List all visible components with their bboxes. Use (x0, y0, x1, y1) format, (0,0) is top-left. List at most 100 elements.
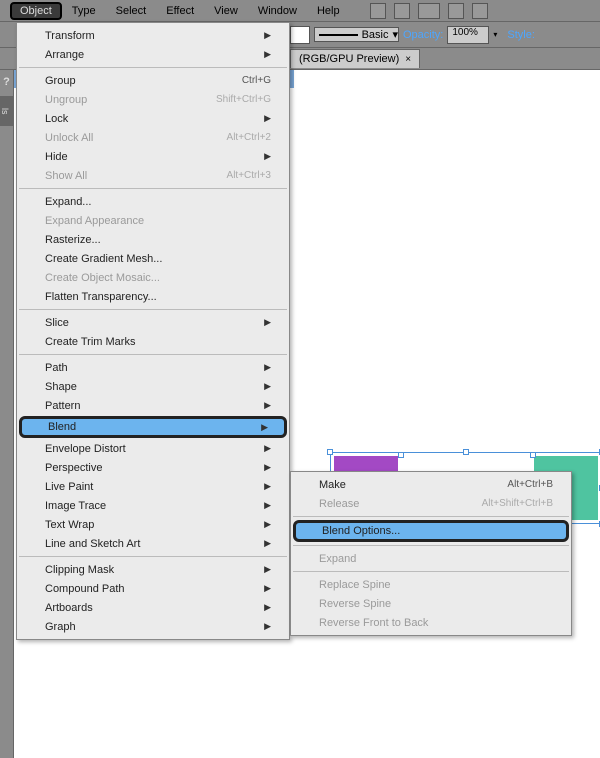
stroke-style-dd[interactable]: Basic ▾ (314, 27, 399, 42)
menu-item-label: Unlock All (45, 132, 93, 144)
object-menu-rasterize[interactable]: Rasterize... (17, 230, 289, 249)
submenu-arrow-icon: ▶ (264, 113, 271, 124)
submenu-arrow-icon: ▶ (261, 422, 268, 433)
object-menu-create-gradient-mesh[interactable]: Create Gradient Mesh... (17, 249, 289, 268)
object-menu-separator (19, 188, 287, 189)
object-menu-artboards[interactable]: Artboards▶ (17, 598, 289, 617)
menu-item-label: Blend Options... (322, 525, 400, 537)
path-handle-2[interactable] (530, 452, 536, 458)
object-menu-hide[interactable]: Hide ▶ (17, 147, 289, 166)
object-menu-group[interactable]: GroupCtrl+G (17, 71, 289, 90)
object-menu-shape[interactable]: Shape▶ (17, 377, 289, 396)
menu-item-label: Expand... (45, 196, 91, 208)
menubar-icons (370, 3, 488, 19)
object-menu-arrange[interactable]: Arrange ▶ (17, 45, 289, 64)
object-menu-ungroup: UngroupShift+Ctrl+G (17, 90, 289, 109)
help-icon[interactable]: ? (0, 76, 13, 88)
menu-item-label: Hide (45, 151, 68, 163)
menu-item-label: Group (45, 75, 76, 87)
object-menu-unlock-all: Unlock AllAlt+Ctrl+2 (17, 128, 289, 147)
menu-item-shortcut: Alt+Shift+Ctrl+B (482, 498, 553, 509)
menu-item-label: Path (45, 362, 68, 374)
menu-item-label: Transform (45, 30, 95, 42)
submenu-arrow-icon: ▶ (264, 49, 271, 60)
opacity-label[interactable]: Opacity: (403, 29, 443, 41)
object-menu-expand-appearance: Expand Appearance (17, 211, 289, 230)
object-menu-live-paint[interactable]: Live Paint▶ (17, 477, 289, 496)
object-menu-perspective[interactable]: Perspective ▶ (17, 458, 289, 477)
object-menu-envelope-distort[interactable]: Envelope Distort ▶ (17, 439, 289, 458)
submenu-arrow-icon: ▶ (264, 381, 271, 392)
menu-item-label: Lock (45, 113, 68, 125)
blend-menu-blend-options[interactable]: Blend Options... (293, 520, 569, 542)
menu-item-label: Live Paint (45, 481, 93, 493)
object-menu-create-trim-marks[interactable]: Create Trim Marks (17, 332, 289, 351)
menu-item-label: Graph (45, 621, 76, 633)
opacity-dd[interactable]: 100% (447, 26, 489, 44)
menubar-window[interactable]: Window (248, 2, 307, 20)
toolbar-icon-3[interactable] (418, 3, 440, 19)
style-label[interactable]: Style: (507, 29, 535, 41)
menu-item-label: Compound Path (45, 583, 125, 595)
toolbar-icon-4[interactable] (448, 3, 464, 19)
menu-item-label: Arrange (45, 49, 84, 61)
object-menu-image-trace[interactable]: Image Trace▶ (17, 496, 289, 515)
menubar-object[interactable]: Object (10, 2, 62, 20)
object-menu-pattern[interactable]: Pattern▶ (17, 396, 289, 415)
submenu-arrow-icon: ▶ (264, 564, 271, 575)
object-menu-transform[interactable]: Transform▶ (17, 26, 289, 45)
blend-menu-expand: Expand (291, 549, 571, 568)
object-menu-text-wrap[interactable]: Text Wrap▶ (17, 515, 289, 534)
submenu-arrow-icon: ▶ (264, 621, 271, 632)
sel-handle-tc[interactable] (463, 449, 469, 455)
menubar-view[interactable]: View (204, 2, 248, 20)
toolbar-icon-5[interactable] (472, 3, 488, 19)
object-menu: Transform▶Arrange▶GroupCtrl+GUngroupShif… (16, 22, 290, 640)
menu-item-label: Artboards (45, 602, 93, 614)
menu-item-label: Make (319, 479, 346, 491)
left-panel-strip: ? (0, 70, 14, 758)
submenu-arrow-icon: ▶ (264, 151, 271, 162)
object-menu-line-and-sketch-art[interactable]: Line and Sketch Art▶ (17, 534, 289, 553)
menu-item-label: Blend (48, 421, 76, 433)
menu-item-label: Reverse Spine (319, 598, 391, 610)
toolbar-icon-2[interactable] (394, 3, 410, 19)
object-menu-clipping-mask[interactable]: Clipping Mask ▶ (17, 560, 289, 579)
blend-menu-make[interactable]: MakeAlt+Ctrl+B (291, 475, 571, 494)
object-menu-expand[interactable]: Expand... (17, 192, 289, 211)
object-menu-show-all: Show AllAlt+Ctrl+3 (17, 166, 289, 185)
document-tab[interactable]: (RGB/GPU Preview) × (290, 49, 420, 68)
menubar-help[interactable]: Help (307, 2, 350, 20)
object-menu-compound-path[interactable]: Compound Path▶ (17, 579, 289, 598)
object-menu-blend[interactable]: Blend ▶ (19, 416, 287, 438)
path-handle-1[interactable] (398, 452, 404, 458)
blend-menu-replace-spine: Replace Spine (291, 575, 571, 594)
object-menu-flatten-transparency[interactable]: Flatten Transparency... (17, 287, 289, 306)
submenu-arrow-icon: ▶ (264, 317, 271, 328)
blend-menu-separator (293, 545, 569, 546)
tab-close-icon[interactable]: × (405, 54, 411, 65)
menu-item-label: Clipping Mask (45, 564, 114, 576)
menubar-type[interactable]: Type (62, 2, 106, 20)
object-menu-lock[interactable]: Lock ▶ (17, 109, 289, 128)
object-menu-slice[interactable]: Slice▶ (17, 313, 289, 332)
blend-menu-release: Release Alt+Shift+Ctrl+B (291, 494, 571, 513)
object-menu-graph[interactable]: Graph ▶ (17, 617, 289, 636)
menu-item-label: Release (319, 498, 359, 510)
toolbar-icon-1[interactable] (370, 3, 386, 19)
menubar-select[interactable]: Select (106, 2, 157, 20)
submenu-arrow-icon: ▶ (264, 443, 271, 454)
menubar-effect[interactable]: Effect (156, 2, 204, 20)
menubar: Object Type Select Effect View Window He… (0, 0, 600, 22)
object-menu-path[interactable]: Path▶ (17, 358, 289, 377)
blend-submenu: MakeAlt+Ctrl+B Release Alt+Shift+Ctrl+B Ble… (290, 471, 572, 636)
menu-item-label: Expand Appearance (45, 215, 144, 227)
submenu-arrow-icon: ▶ (264, 462, 271, 473)
blend-menu-separator (293, 516, 569, 517)
menu-item-label: Envelope Distort (45, 443, 126, 455)
sel-handle-tl[interactable] (327, 449, 333, 455)
submenu-arrow-icon: ▶ (264, 500, 271, 511)
swatch-dd[interactable] (290, 26, 310, 44)
menu-item-label: Perspective (45, 462, 102, 474)
stroke-label: Basic (362, 29, 389, 41)
